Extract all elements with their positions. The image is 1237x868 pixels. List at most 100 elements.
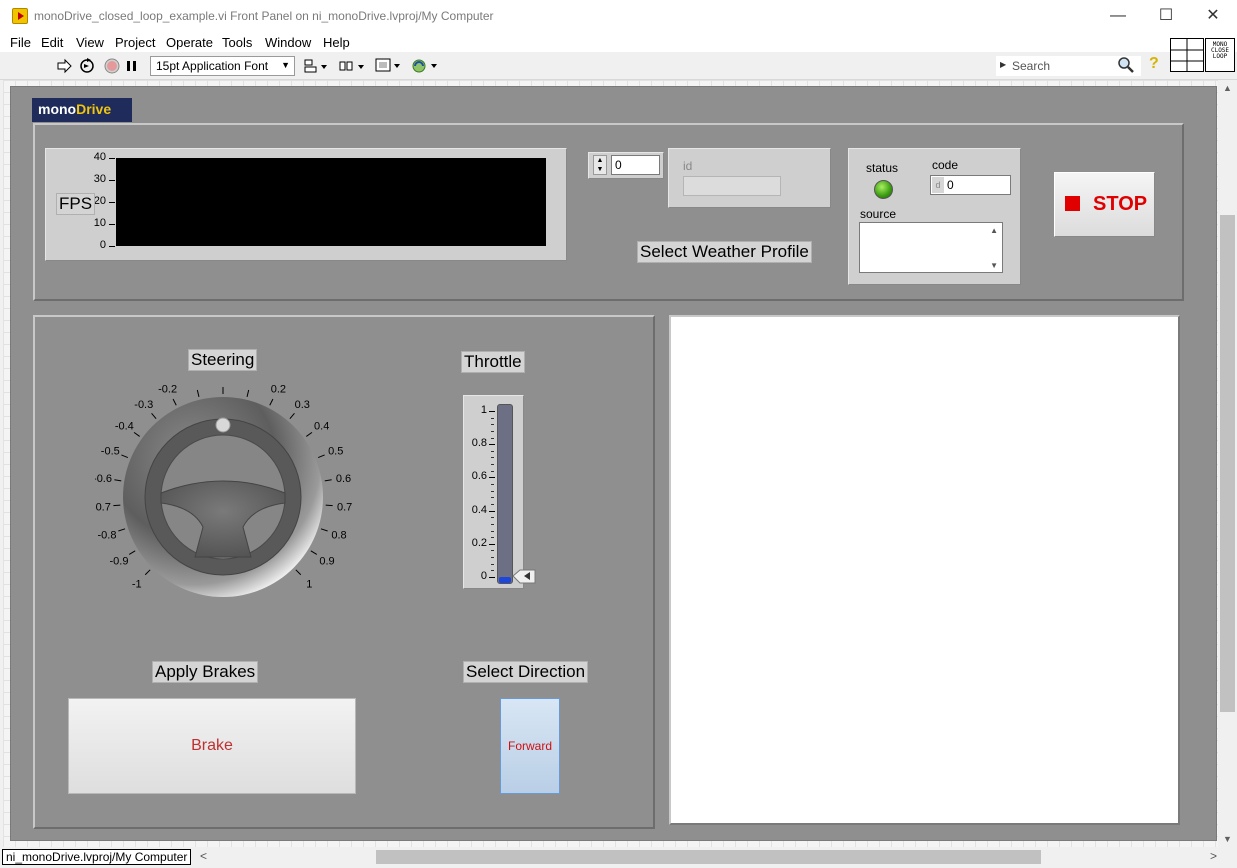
steering-tick-mark [128, 550, 136, 555]
camera-image-display[interactable] [669, 315, 1180, 825]
steering-tick-label: -0.4 [115, 420, 134, 432]
run-arrow-icon[interactable] [56, 58, 72, 74]
throttle-tick-mark [489, 411, 495, 412]
radix-indicator[interactable]: d [932, 177, 944, 193]
throttle-track[interactable] [497, 404, 513, 584]
scroll-up-icon[interactable]: ▲ [990, 226, 998, 235]
steering-tick-mark [325, 504, 333, 507]
throttle-minor-tick [491, 424, 494, 426]
vi-icon[interactable]: MONO CLOSE LOOP [1205, 38, 1235, 72]
id-field[interactable] [683, 176, 781, 196]
throttle-minor-tick [491, 430, 494, 432]
steering-tick-label: 0.9 [319, 556, 334, 568]
search-icon[interactable] [1117, 56, 1135, 74]
minimize-button[interactable]: — [1095, 0, 1141, 32]
reorder-icon[interactable] [410, 57, 438, 75]
fps-label: FPS [56, 193, 96, 215]
scroll-left-arrow-icon[interactable]: < [200, 849, 207, 863]
fps-y-tick-mark [109, 246, 115, 247]
status-label: status [866, 161, 899, 175]
connector-pane-icon[interactable] [1170, 38, 1204, 72]
project-path: ni_monoDrive.lvproj/My Computer [2, 849, 192, 865]
steering-tick-label: 1 [306, 578, 312, 590]
throttle-minor-tick [491, 470, 494, 472]
pause-icon[interactable] [125, 58, 139, 74]
steering-tick-mark [306, 431, 313, 437]
fps-y-tick-mark [109, 180, 115, 181]
fps-y-tick-label: 40 [93, 151, 106, 163]
throttle-tick-mark [489, 477, 495, 479]
steering-tick-mark [172, 398, 177, 406]
steering-label: Steering [188, 349, 258, 371]
steering-tick-mark [320, 528, 328, 532]
menu-operate[interactable]: Operate [166, 35, 213, 50]
steering-tick-mark [133, 431, 140, 437]
help-icon[interactable]: ? [1149, 55, 1163, 75]
throttle-minor-tick [491, 464, 494, 466]
weather-profile-label: Select Weather Profile [637, 241, 812, 263]
scroll-up-arrow-icon[interactable]: ▲ [1219, 83, 1236, 93]
abort-icon[interactable] [104, 58, 120, 74]
steering-tick-mark [295, 569, 302, 576]
select-direction-label: Select Direction [463, 661, 589, 683]
stop-button-label: STOP [1093, 193, 1148, 215]
align-objects-icon[interactable] [304, 58, 328, 74]
code-field[interactable]: d 0 [930, 175, 1011, 195]
scroll-right-arrow-icon[interactable]: > [1210, 849, 1217, 863]
menu-help[interactable]: Help [323, 35, 350, 50]
source-field[interactable]: ▲ ▼ [859, 222, 1003, 273]
fps-y-tick-label: 10 [93, 217, 106, 229]
fps-y-tick-mark [109, 224, 115, 225]
throttle-minor-tick [491, 523, 494, 525]
vertical-scroll-thumb[interactable] [1220, 215, 1235, 712]
menu-edit[interactable]: Edit [41, 35, 63, 50]
run-continuously-icon[interactable] [78, 57, 96, 75]
menu-tools[interactable]: Tools [222, 35, 252, 50]
steering-tick-mark [324, 479, 332, 482]
fps-y-tick-label: 0 [99, 239, 106, 251]
steering-tick-label: -0.7 [95, 502, 111, 514]
throttle-tick-label: 0 [480, 570, 487, 582]
distribute-objects-icon[interactable] [339, 58, 365, 74]
close-button[interactable]: ✕ [1190, 0, 1236, 32]
fps-y-tick-mark [109, 202, 115, 203]
steering-tick-mark [317, 454, 325, 459]
source-label: source [860, 207, 897, 221]
numeric-value-field[interactable]: 0 [611, 155, 660, 175]
horizontal-scroll-thumb[interactable] [376, 850, 1041, 864]
steering-tick-label: 0.4 [314, 420, 329, 432]
throttle-minor-tick [491, 437, 494, 439]
numeric-increment-decrement[interactable]: ▲ ▼ [593, 155, 607, 175]
throttle-minor-tick [491, 484, 494, 486]
menu-window[interactable]: Window [265, 35, 311, 50]
steering-knob[interactable]: -1-0.9-0.8-0.7-0.6-0.5-0.4-0.3-0.2-0.100… [95, 383, 355, 613]
direction-toggle-button[interactable]: Forward [500, 698, 560, 794]
code-value: 0 [947, 178, 954, 192]
resize-objects-icon[interactable] [374, 57, 401, 75]
throttle-tick-label: 0.6 [471, 470, 487, 483]
steering-tick-label: -0.2 [158, 383, 177, 395]
id-label: id [683, 159, 693, 173]
brake-button[interactable]: Brake [68, 698, 356, 794]
monodrive-logo: monoDrive [32, 98, 132, 122]
steering-tick-label: -0.6 [95, 473, 112, 485]
steering-tick-label: -0.5 [101, 445, 120, 457]
menu-view[interactable]: View [76, 35, 104, 50]
scroll-down-icon[interactable]: ▼ [990, 261, 998, 270]
stop-icon [1065, 196, 1080, 211]
font-select[interactable]: 15pt Application Font ▼ [150, 56, 295, 76]
chevron-down-icon: ▼ [281, 60, 290, 70]
steering-tick-label: 0.1 [244, 383, 259, 385]
throttle-slider-handle[interactable] [512, 569, 536, 584]
throttle-minor-tick [491, 417, 494, 419]
steering-tick-mark [196, 389, 200, 397]
maximize-button[interactable]: ☐ [1143, 0, 1189, 32]
status-led[interactable] [874, 180, 893, 199]
steering-wheel-icon [144, 417, 302, 576]
throttle-minor-tick [491, 570, 494, 572]
steering-tick-label: -0.9 [109, 556, 128, 568]
scroll-down-arrow-icon[interactable]: ▼ [1219, 834, 1236, 844]
menu-project[interactable]: Project [115, 35, 155, 50]
menu-file[interactable]: File [10, 35, 31, 50]
steering-tick-mark [269, 398, 274, 406]
